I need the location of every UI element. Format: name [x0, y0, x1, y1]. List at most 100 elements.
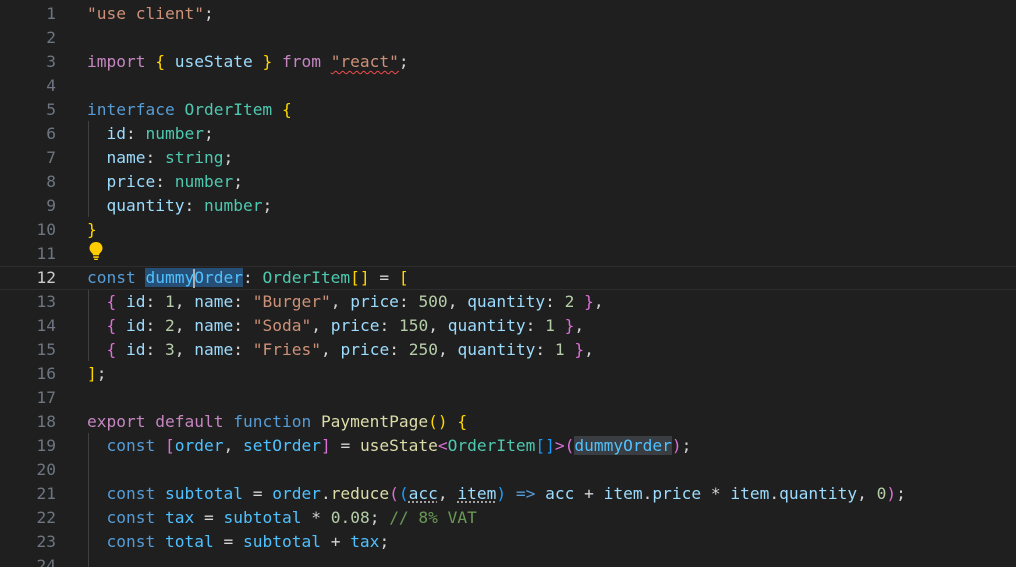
token-operator: +: [330, 532, 341, 551]
token-number: 250: [408, 340, 438, 359]
code-line[interactable]: 11: [0, 242, 1016, 266]
token-punct: :: [145, 340, 156, 359]
lightbulb-icon[interactable]: [88, 241, 104, 261]
code-line[interactable]: 14 { id: 2, name: "Soda", price: 150, qu…: [0, 314, 1016, 338]
token-punct: ,: [857, 484, 867, 503]
token-selected-identifier[interactable]: dummyOrder: [145, 268, 243, 288]
token-property: id: [126, 340, 146, 359]
token-bracket: {: [281, 100, 292, 119]
code-text[interactable]: quantity: number;: [87, 194, 273, 218]
code-text[interactable]: const total = subtotal + tax;: [87, 530, 390, 554]
code-text[interactable]: const [order, setOrder] = useState<Order…: [87, 434, 691, 458]
code-line[interactable]: 3 import { useState } from "react";: [0, 50, 1016, 74]
code-text[interactable]: export default function PaymentPage() {: [87, 410, 467, 434]
token-punct: ;: [96, 364, 107, 383]
code-text[interactable]: const subtotal = order.reduce((acc, item…: [87, 482, 906, 506]
token-bracket: <: [437, 436, 448, 455]
code-line[interactable]: 17: [0, 386, 1016, 410]
code-editor[interactable]: 1 "use client"; 2 3 import { useState } …: [0, 0, 1016, 567]
code-line[interactable]: 20: [0, 458, 1016, 482]
token-bracket: }: [584, 292, 594, 311]
token-punct: ,: [437, 340, 448, 359]
token-number: 500: [418, 292, 448, 311]
code-text[interactable]: import { useState } from "react";: [87, 50, 409, 74]
token-property: name: [194, 316, 234, 335]
code-text[interactable]: interface OrderItem {: [87, 98, 292, 122]
token-property: price: [330, 316, 380, 335]
code-line[interactable]: 7 name: string;: [0, 146, 1016, 170]
token-bracket: (: [398, 484, 409, 503]
code-line[interactable]: 22 const tax = subtotal * 0.08; // 8% VA…: [0, 506, 1016, 530]
code-line[interactable]: 13 { id: 1, name: "Burger", price: 500, …: [0, 290, 1016, 314]
token-occurrence-highlight[interactable]: dummyOrder: [574, 436, 672, 455]
code-line-current[interactable]: 12 const dummyOrder: OrderItem[] = [: [0, 266, 1016, 290]
code-line[interactable]: 2: [0, 26, 1016, 50]
code-line[interactable]: 23 const total = subtotal + tax;: [0, 530, 1016, 554]
token-punct: ,: [311, 316, 321, 335]
code-line[interactable]: 19 const [order, setOrder] = useState<Or…: [0, 434, 1016, 458]
token-punct: :: [535, 340, 546, 359]
token-punct: ,: [320, 340, 331, 359]
code-text[interactable]: name: string;: [87, 146, 234, 170]
line-number: 7: [46, 148, 56, 167]
token-identifier: item: [730, 484, 770, 503]
code-text[interactable]: { id: 1, name: "Burger", price: 500, qua…: [87, 290, 604, 314]
token-identifier: order: [174, 436, 224, 455]
code-line[interactable]: 8 price: number;: [0, 170, 1016, 194]
token-punct: :: [525, 316, 536, 335]
code-text[interactable]: const tax = subtotal * 0.08; // 8% VAT: [87, 506, 477, 530]
token-bracket: {: [106, 292, 117, 311]
code-line[interactable]: 24: [0, 554, 1016, 567]
line-number: 22: [36, 508, 57, 527]
token-property: quantity: [467, 292, 546, 311]
code-text[interactable]: ];: [87, 362, 107, 386]
token-identifier: subtotal: [164, 484, 243, 503]
line-number: 15: [36, 340, 57, 359]
code-text[interactable]: price: number;: [87, 170, 243, 194]
token-property: quantity: [447, 316, 526, 335]
token-punct: ,: [428, 316, 438, 335]
token-property: name: [106, 148, 146, 167]
token-parameter: acc: [408, 484, 438, 503]
code-line[interactable]: 1 "use client";: [0, 2, 1016, 26]
code-line[interactable]: 9 quantity: number;: [0, 194, 1016, 218]
code-text[interactable]: { id: 3, name: "Fries", price: 250, quan…: [87, 338, 594, 362]
code-text[interactable]: id: number;: [87, 122, 214, 146]
token-operator: =>: [515, 484, 536, 503]
token-operator: *: [311, 508, 321, 527]
token-identifier: order: [272, 484, 321, 503]
token-identifier: subtotal: [223, 508, 302, 527]
code-line[interactable]: 21 const subtotal = order.reduce((acc, i…: [0, 482, 1016, 506]
code-text[interactable]: { id: 2, name: "Soda", price: 150, quant…: [87, 314, 585, 338]
line-number: 14: [36, 316, 57, 335]
code-text[interactable]: const dummyOrder: OrderItem[] = [: [87, 266, 409, 290]
code-line[interactable]: 6 id: number;: [0, 122, 1016, 146]
token-bracket: ): [886, 484, 897, 503]
token-number: 1: [165, 292, 175, 311]
token-punct: :: [398, 292, 409, 311]
token-punct: :: [145, 316, 156, 335]
code-line[interactable]: 4: [0, 74, 1016, 98]
code-line[interactable]: 18 export default function PaymentPage()…: [0, 410, 1016, 434]
token-punct: .: [769, 484, 780, 503]
token-punct: ,: [437, 484, 448, 503]
token-keyword: default: [155, 412, 224, 431]
code-line[interactable]: 15 { id: 3, name: "Fries", price: 250, q…: [0, 338, 1016, 362]
token-punct: ;: [369, 508, 380, 527]
token-type: number: [174, 172, 234, 191]
token-identifier: tax: [164, 508, 195, 527]
token-punct: ;: [223, 148, 234, 167]
token-punct: ;: [896, 484, 906, 503]
token-punct: ;: [233, 172, 243, 191]
token-bracket: }: [574, 340, 585, 359]
token-punct: :: [242, 268, 253, 287]
token-number: 2: [564, 292, 575, 311]
token-punct: :: [379, 316, 390, 335]
code-text[interactable]: "use client";: [87, 2, 214, 26]
code-text[interactable]: }: [87, 218, 97, 242]
code-line[interactable]: 10 }: [0, 218, 1016, 242]
token-property: id: [106, 124, 127, 143]
token-string-error[interactable]: "react": [331, 52, 399, 71]
code-line[interactable]: 5 interface OrderItem {: [0, 98, 1016, 122]
code-line[interactable]: 16 ];: [0, 362, 1016, 386]
